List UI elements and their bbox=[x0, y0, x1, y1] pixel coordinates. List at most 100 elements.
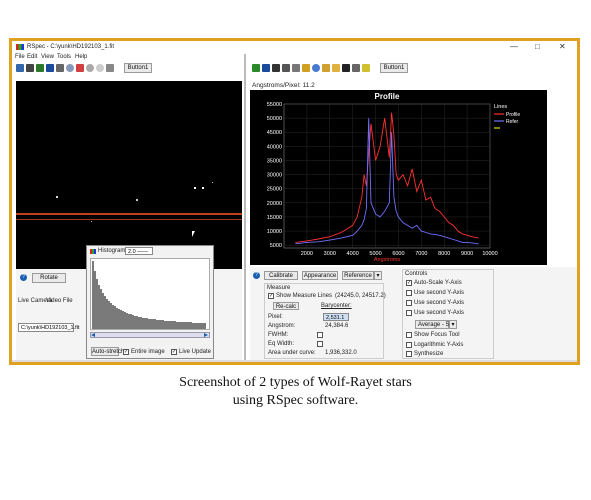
fwhm-label: FWHM: bbox=[268, 332, 289, 338]
star-dot bbox=[202, 187, 204, 189]
grid-icon[interactable] bbox=[106, 64, 114, 72]
settings-icon[interactable] bbox=[86, 64, 94, 72]
y-tick-label: 35000 bbox=[267, 158, 282, 164]
logarithmic-label: Logarithmic Y-Axis bbox=[414, 342, 464, 348]
file-path-field[interactable]: C:\yunk\HD192103_1.fit bbox=[18, 323, 79, 332]
star-icon[interactable] bbox=[362, 64, 370, 72]
second-y-axis-label-2: Use second Y-Axis bbox=[414, 300, 465, 306]
reference-dropdown-icon[interactable]: ▾ bbox=[374, 271, 382, 280]
maximize-button[interactable]: □ bbox=[535, 42, 540, 52]
menu-view[interactable]: View bbox=[41, 54, 54, 61]
paint-icon[interactable] bbox=[322, 64, 330, 72]
star-dot bbox=[91, 221, 92, 222]
flip-icon[interactable] bbox=[56, 64, 64, 72]
histogram-slider[interactable] bbox=[90, 332, 210, 338]
area-value: 1,936,332.0 bbox=[325, 350, 357, 356]
tab-video-file[interactable]: Video File bbox=[46, 298, 73, 305]
x-tick-label: 7000 bbox=[415, 251, 427, 257]
y-tick-label: 25000 bbox=[267, 187, 282, 193]
recalc-button[interactable]: Re-calc bbox=[273, 302, 299, 310]
second-y-axis-label-3: Use second Y-Axis bbox=[414, 310, 465, 316]
slider-right-arrow-icon[interactable] bbox=[204, 333, 208, 337]
cursor-icon[interactable] bbox=[272, 64, 280, 72]
legend-label-refer: Refer bbox=[506, 119, 519, 125]
entire-image-checkbox[interactable]: ✓ bbox=[123, 349, 129, 355]
histogram-value-field[interactable]: 2.0 —— bbox=[125, 247, 153, 255]
second-y-axis-checkbox-2[interactable] bbox=[406, 300, 412, 306]
save-icon[interactable] bbox=[46, 64, 54, 72]
angstrom-value: 24,384.6 bbox=[325, 323, 349, 329]
show-focus-tool-checkbox[interactable] bbox=[406, 332, 412, 338]
bottom-scrollbar[interactable] bbox=[12, 360, 577, 362]
spectrum-icon[interactable] bbox=[302, 64, 310, 72]
scale-icon[interactable] bbox=[282, 64, 290, 72]
right-toolbar: Button1 bbox=[250, 63, 575, 74]
y-tick-label: 15000 bbox=[267, 215, 282, 221]
second-y-axis-label: Use second Y-Axis bbox=[414, 290, 465, 296]
eqwidth-checkbox[interactable] bbox=[317, 341, 323, 347]
synthesize-label: Synthesize bbox=[414, 351, 444, 357]
y-tick-label: 10000 bbox=[267, 229, 282, 235]
left-button1[interactable]: Button1 bbox=[124, 63, 152, 73]
window-title: RSpec - C:\yunk\HD192103_1.fit bbox=[27, 44, 115, 50]
menu-file[interactable]: File bbox=[15, 54, 25, 61]
menu-bar: File Edit View Tools Help bbox=[12, 54, 242, 62]
camera-icon[interactable] bbox=[26, 64, 34, 72]
live-update-label: Live Update bbox=[179, 349, 212, 355]
histogram-icon bbox=[90, 249, 96, 254]
live-update-checkbox[interactable]: ✓ bbox=[171, 349, 177, 355]
average-dropdown[interactable]: Average - 50 bbox=[415, 320, 452, 329]
slider-left-arrow-icon[interactable] bbox=[91, 333, 95, 337]
pane-divider[interactable] bbox=[244, 54, 246, 360]
link-icon[interactable] bbox=[292, 64, 300, 72]
zoom-icon[interactable] bbox=[66, 64, 74, 72]
second-y-axis-checkbox-3[interactable] bbox=[406, 310, 412, 316]
y-tick-label: 40000 bbox=[267, 144, 282, 150]
help-icon[interactable]: ? bbox=[253, 272, 260, 279]
right-button1[interactable]: Button1 bbox=[380, 63, 408, 73]
zoom-icon[interactable] bbox=[312, 64, 320, 72]
star-dot bbox=[194, 187, 196, 189]
x-tick-label: 4000 bbox=[347, 251, 359, 257]
show-measure-lines-checkbox[interactable]: ✓ bbox=[268, 293, 274, 299]
y-tick-label: 50000 bbox=[267, 116, 282, 122]
rotate-button[interactable]: Rotate bbox=[32, 273, 66, 283]
x-tick-label: 3000 bbox=[324, 251, 336, 257]
open-icon[interactable] bbox=[16, 64, 24, 72]
close-button[interactable]: ✕ bbox=[559, 42, 566, 52]
chart-icon[interactable] bbox=[36, 64, 44, 72]
mouse-cursor-icon bbox=[192, 231, 195, 237]
calibrate-button[interactable]: Calibrate bbox=[264, 271, 298, 280]
average-dropdown-icon[interactable]: ▾ bbox=[449, 320, 457, 329]
plot-frame bbox=[283, 103, 491, 249]
y-tick-label: 45000 bbox=[267, 130, 282, 136]
x-axis-label: Angstroms bbox=[374, 257, 401, 263]
appearance-button[interactable]: Appearance bbox=[302, 271, 338, 280]
histogram-bars bbox=[92, 261, 206, 329]
folder-icon[interactable] bbox=[332, 64, 340, 72]
synthesize-checkbox[interactable] bbox=[406, 351, 412, 357]
menu-tools[interactable]: Tools bbox=[57, 54, 71, 61]
auto-scale-checkbox[interactable]: ✓ bbox=[406, 280, 412, 286]
bars-icon[interactable] bbox=[342, 64, 350, 72]
barycenter-label: Barycenter: bbox=[321, 303, 352, 309]
menu-help[interactable]: Help bbox=[75, 54, 87, 61]
y-tick-label: 5000 bbox=[270, 243, 282, 249]
help-icon[interactable]: ? bbox=[20, 274, 27, 281]
target-icon[interactable] bbox=[96, 64, 104, 72]
fwhm-checkbox[interactable] bbox=[317, 332, 323, 338]
star-dot bbox=[136, 199, 138, 201]
star-dot bbox=[56, 196, 58, 198]
minimize-button[interactable]: — bbox=[510, 42, 518, 52]
menu-edit[interactable]: Edit bbox=[27, 54, 37, 61]
series-line-profile bbox=[295, 112, 479, 243]
second-y-axis-checkbox[interactable] bbox=[406, 290, 412, 296]
color-icon[interactable] bbox=[76, 64, 84, 72]
auto-stretch-button[interactable]: Auto-stretch bbox=[91, 347, 124, 356]
logarithmic-checkbox[interactable] bbox=[406, 342, 412, 348]
info-icon[interactable] bbox=[352, 64, 360, 72]
save-icon[interactable] bbox=[262, 64, 270, 72]
reference-button[interactable]: Reference bbox=[342, 271, 374, 280]
run-icon[interactable] bbox=[252, 64, 260, 72]
caption-line-2: using RSpec software. bbox=[232, 393, 359, 408]
